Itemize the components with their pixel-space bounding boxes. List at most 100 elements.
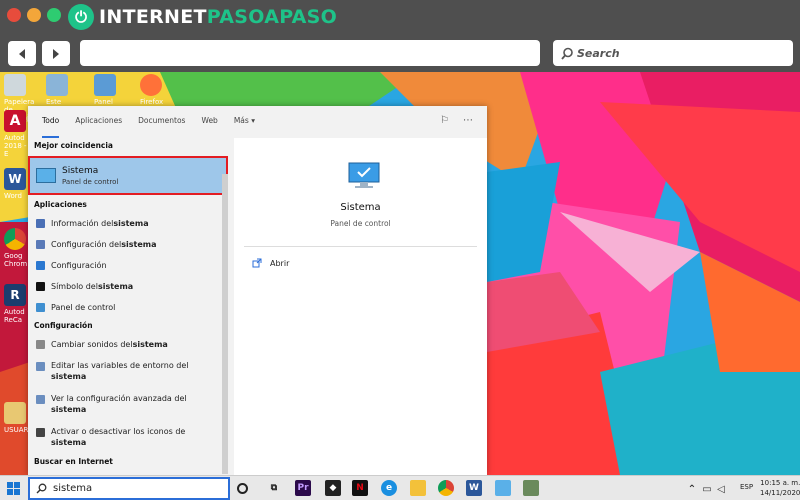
result-bold: sistema xyxy=(51,405,87,414)
results-scrollbar[interactable] xyxy=(222,174,228,474)
feedback-icon[interactable]: ⚐ xyxy=(440,115,449,126)
arrow-right-icon xyxy=(53,48,59,59)
desktop-icon-label: Word xyxy=(4,192,22,200)
desktop-icon-label: USUAR xyxy=(4,426,29,434)
tab-web[interactable]: Web xyxy=(201,106,217,138)
monitor-icon xyxy=(36,395,45,404)
result-text: Configuración xyxy=(51,261,107,270)
tab-todo[interactable]: Todo xyxy=(42,106,60,138)
chrome-icon[interactable] xyxy=(438,480,454,496)
clock-date: 14/11/2020 xyxy=(760,489,800,497)
logo-accent: PASOAPASO xyxy=(206,6,338,28)
app-icon[interactable] xyxy=(523,480,539,496)
address-bar[interactable] xyxy=(80,40,540,66)
preview-pane: Sistema Panel de control Abrir xyxy=(234,138,487,475)
desktop-icon-label: Goog Chrom xyxy=(4,252,28,268)
result-item[interactable]: Editar las variables de entorno del sist… xyxy=(28,355,230,388)
close-window-button[interactable] xyxy=(7,8,21,22)
taskbar: sistema ⧉ Pr ◆ N e W ⌃ ▭ ◁ ESP 10:15 a. … xyxy=(0,475,800,500)
result-item[interactable]: Configuración del sistema› xyxy=(28,234,230,255)
minimize-window-button[interactable] xyxy=(27,8,41,22)
result-text: Ver la configuración avanzada del xyxy=(51,394,187,403)
settings-icon xyxy=(36,261,45,270)
clock-time: 10:15 a. m. xyxy=(760,479,800,487)
result-item[interactable]: Activar o desactivar los iconos de siste… xyxy=(28,421,230,454)
shield-icon[interactable]: ◆ xyxy=(325,480,341,496)
terminal-icon xyxy=(36,282,45,291)
tab-mas[interactable]: Más ▾ xyxy=(234,106,255,138)
word-icon[interactable]: W xyxy=(466,480,482,496)
site-logo[interactable]: ⏻ INTERNETPASOAPASO xyxy=(68,3,337,31)
open-action[interactable]: Abrir xyxy=(252,258,289,268)
windows-start-icon[interactable] xyxy=(7,482,20,495)
result-text: Símbolo del xyxy=(51,282,98,291)
best-match-subtitle: Panel de control xyxy=(62,177,119,186)
user-folder-icon xyxy=(4,402,26,424)
maximize-window-button[interactable] xyxy=(47,8,61,22)
cortana-icon[interactable] xyxy=(237,483,248,494)
premiere-icon[interactable]: Pr xyxy=(295,480,311,496)
result-text: Editar las variables de entorno del xyxy=(51,361,189,370)
task-view-icon[interactable]: ⧉ xyxy=(266,480,282,496)
edge-icon[interactable]: e xyxy=(381,480,397,496)
desktop-icon-label: Firefox xyxy=(140,98,164,106)
chevron-up-icon[interactable]: ⌃ xyxy=(684,481,700,497)
system-monitor-icon xyxy=(36,168,56,183)
open-icon xyxy=(252,258,262,268)
forward-button[interactable] xyxy=(42,41,70,66)
tab-aplicaciones[interactable]: Aplicaciones xyxy=(75,106,122,138)
recycle-bin-icon xyxy=(4,74,26,96)
taskbar-icon xyxy=(36,428,45,437)
desktop-icon-firefox[interactable]: Firefox xyxy=(140,74,168,106)
result-bold: sistema xyxy=(121,240,157,249)
file-explorer-icon[interactable] xyxy=(410,480,426,496)
result-text: Información del xyxy=(51,219,114,228)
result-text: Configuración del xyxy=(51,240,122,249)
result-item[interactable]: Panel de control› xyxy=(28,297,230,318)
settings-header: Configuración xyxy=(34,321,93,330)
result-item[interactable]: Información del sistema› xyxy=(28,213,230,234)
speaker-icon xyxy=(36,340,45,349)
best-match-header: Mejor coincidencia xyxy=(34,141,113,150)
gear-icon xyxy=(36,240,45,249)
monitor-icon xyxy=(36,362,45,371)
search-box[interactable]: Search xyxy=(553,40,793,66)
firefox-icon xyxy=(140,74,162,96)
web-search-header: Buscar en Internet xyxy=(34,457,113,466)
system-monitor-icon[interactable] xyxy=(495,480,511,496)
result-bold: sistema xyxy=(97,282,134,291)
clock[interactable]: 10:15 a. m. 14/11/2020 xyxy=(760,478,800,498)
autodesk-icon: A xyxy=(4,110,26,132)
taskbar-search-input[interactable]: sistema xyxy=(28,477,230,500)
volume-icon[interactable]: ◁ xyxy=(713,481,729,497)
result-item[interactable]: Cambiar sonidos del sistema› xyxy=(28,334,230,355)
result-item[interactable]: Símbolo del sistema› xyxy=(28,276,230,297)
system-monitor-icon xyxy=(348,162,380,188)
search-icon xyxy=(561,47,573,60)
desktop-icon-label: Autod 2018 - E xyxy=(4,134,27,158)
back-button[interactable] xyxy=(8,41,36,66)
more-options-icon[interactable]: ⋯ xyxy=(463,115,473,126)
netflix-icon[interactable]: N xyxy=(352,480,368,496)
tab-mas-label: Más xyxy=(233,116,249,125)
desktop-icon-label: Autod ReCa xyxy=(4,308,25,324)
result-item[interactable]: Configuración› xyxy=(28,255,230,276)
browser-chrome: ⏻ INTERNETPASOAPASO Search xyxy=(0,0,800,72)
language-indicator[interactable]: ESP xyxy=(740,483,753,491)
word-icon: W xyxy=(4,168,26,190)
control-panel-icon xyxy=(94,74,116,96)
result-text: Panel de control xyxy=(51,303,116,312)
result-text: Cambiar sonidos del xyxy=(51,340,133,349)
result-text: Activar o desactivar los iconos de xyxy=(51,427,186,436)
chrome-icon xyxy=(4,228,26,250)
best-match-item[interactable]: Sistema Panel de control xyxy=(28,156,228,195)
divider xyxy=(244,246,477,247)
search-tabs: Todo Aplicaciones Documentos Web Más ▾ ⚐… xyxy=(28,106,487,138)
control-panel-icon xyxy=(36,303,45,312)
recap-icon: R xyxy=(4,284,26,306)
search-query: sistema xyxy=(53,483,93,494)
logo-icon: ⏻ xyxy=(68,4,94,30)
tab-documentos[interactable]: Documentos xyxy=(138,106,185,138)
search-panel: Todo Aplicaciones Documentos Web Más ▾ ⚐… xyxy=(28,106,487,475)
result-item[interactable]: Ver la configuración avanzada del sistem… xyxy=(28,388,230,421)
